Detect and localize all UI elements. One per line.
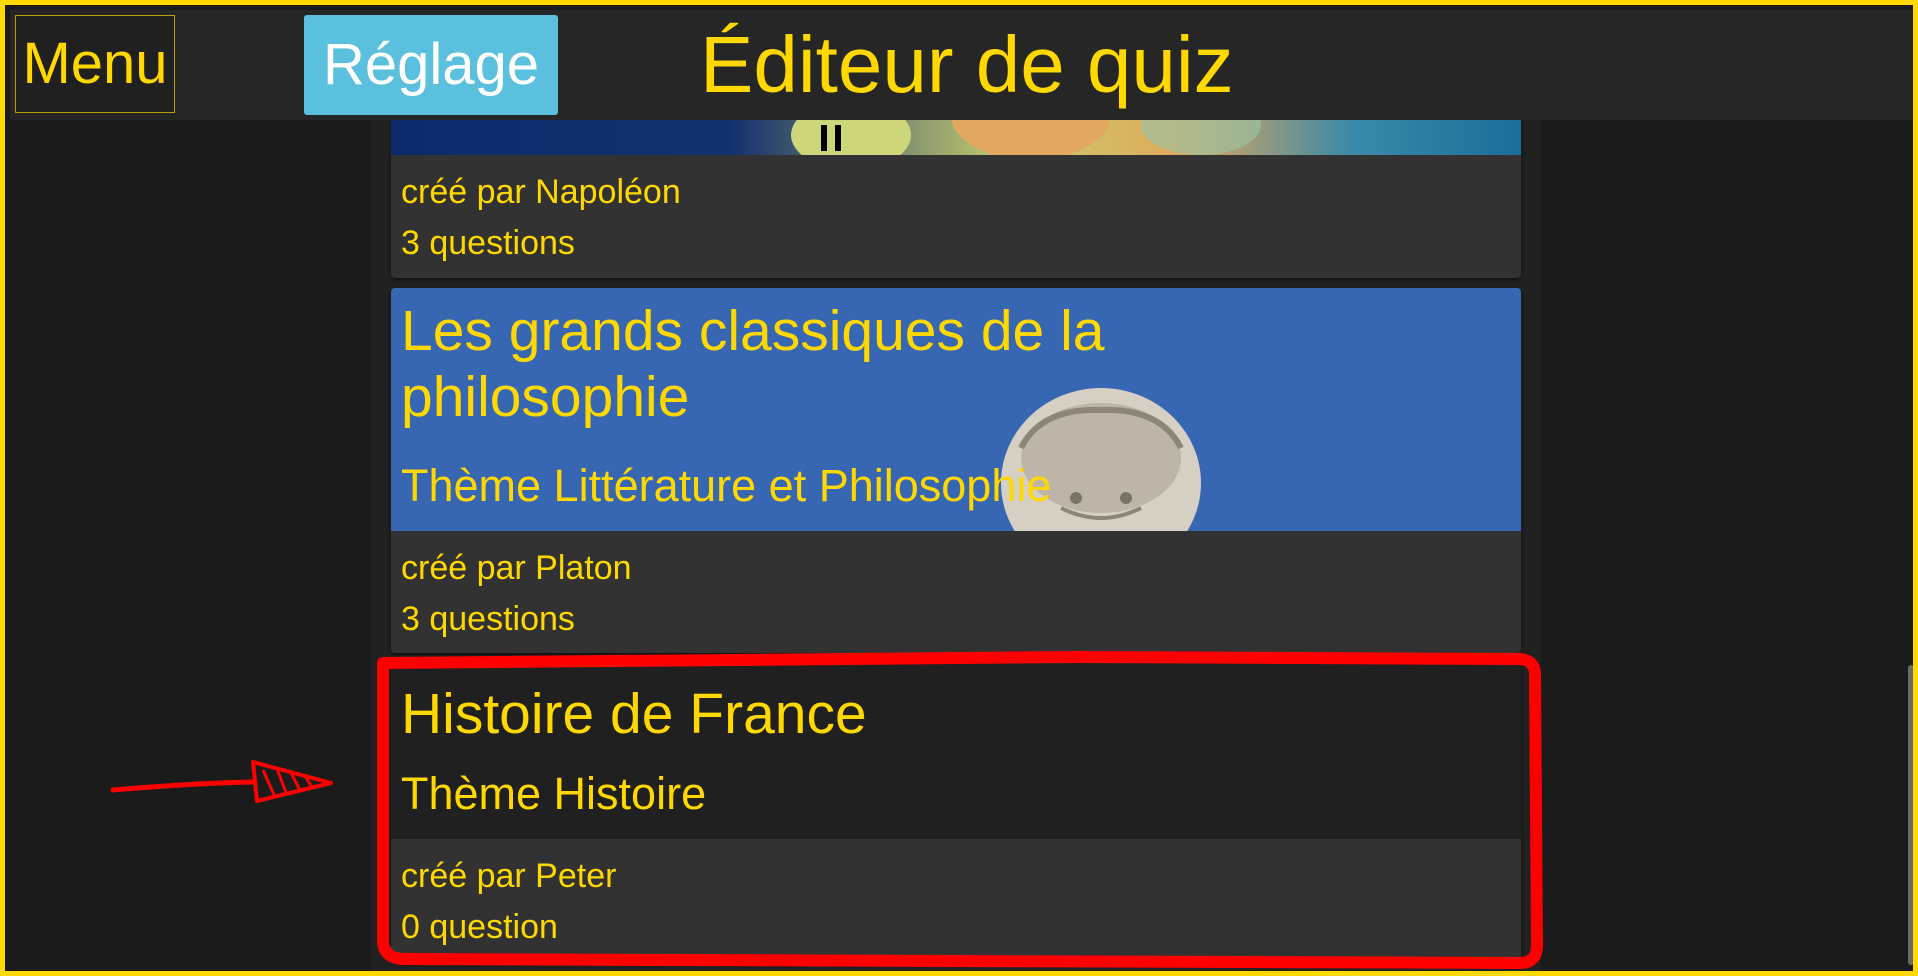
quiz-card-banner: Histoire de France Thème Histoire	[391, 663, 1521, 839]
quiz-card-histoire-de-france[interactable]: Histoire de France Thème Histoire créé p…	[391, 663, 1521, 961]
top-navigation-bar: Menu Réglage Éditeur de quiz	[10, 10, 1913, 120]
quiz-question-count: 3 questions	[401, 600, 575, 638]
quiz-card-philosophie[interactable]: Les grands classiques de la philosophie …	[391, 288, 1521, 653]
quiz-meta: créé par Peter 0 question	[391, 839, 1521, 953]
settings-button[interactable]: Réglage	[304, 15, 558, 115]
quiz-card-banner-image: Les grands classiques de la philosophie …	[391, 288, 1521, 531]
quiz-title: Les grands classiques de la philosophie	[401, 299, 1105, 429]
red-arrow-annotation	[110, 760, 333, 803]
quiz-author: créé par Peter	[401, 857, 617, 895]
app-frame: Thème Histoire créé par Napoléon 3 quest…	[0, 0, 1918, 976]
quiz-title: Histoire de France	[401, 682, 867, 746]
quiz-author: créé par Platon	[401, 549, 632, 587]
quiz-meta: créé par Napoléon 3 questions	[391, 155, 1521, 269]
quiz-theme: Thème Littérature et Philosophie	[401, 460, 1052, 511]
quiz-meta: créé par Platon 3 questions	[391, 531, 1521, 645]
scrollbar-thumb[interactable]	[1908, 665, 1913, 965]
page-title: Éditeur de quiz	[700, 20, 1234, 109]
quiz-author: créé par Napoléon	[401, 173, 681, 211]
quiz-theme: Thème Histoire	[401, 768, 707, 819]
quiz-question-count: 3 questions	[401, 224, 575, 262]
quiz-question-count: 0 question	[401, 908, 558, 946]
menu-button[interactable]: Menu	[15, 15, 175, 113]
